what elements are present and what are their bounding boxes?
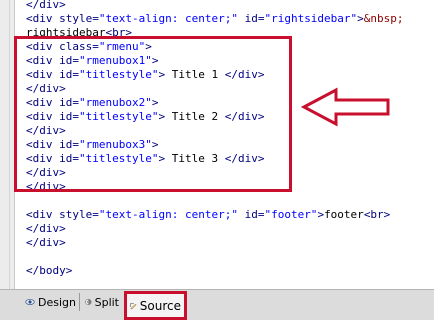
view-switcher-bar: Design Split Source (0, 289, 434, 320)
split-view-label: Split (94, 295, 119, 309)
editor-gutter (0, 0, 15, 289)
code-line: </body> (26, 264, 72, 278)
highlight-annotation-box (14, 36, 292, 192)
code-token-tag: > (357, 12, 364, 25)
design-view-label: Design (38, 295, 76, 309)
source-view-tab[interactable]: Source (124, 291, 187, 320)
code-token-attr: id= (237, 12, 265, 25)
code-token-attr: id= (237, 208, 265, 221)
code-line: </div> (26, 222, 66, 236)
code-line: </div> (26, 236, 66, 250)
left-arrow-annotation-icon (300, 87, 390, 127)
code-line: <div style="text-align: center;" id="foo… (26, 208, 390, 222)
code-token-val: "rightsidebar" (264, 12, 358, 25)
eye-icon (25, 299, 35, 305)
code-token-val: "footer" (264, 208, 318, 221)
code-editor-window: </div> <div style="text-align: center;" i… (0, 0, 434, 320)
code-token-val: "text-align: center;" (98, 208, 238, 221)
code-token-tag: </div> (26, 236, 66, 249)
split-view-tab[interactable]: Split (82, 293, 122, 311)
source-code-icon (130, 302, 137, 309)
code-line: </div> (26, 0, 66, 12)
code-line: <div style="text-align: center;" id="rig… (26, 12, 404, 26)
code-token-text: footer (324, 208, 364, 221)
source-view-label: Source (139, 298, 181, 313)
gutter-divider (9, 0, 10, 289)
code-token-tag: </div> (26, 222, 66, 235)
split-view-icon (85, 298, 92, 306)
code-token-tag: <br> (363, 208, 391, 221)
code-token-val: "text-align: center;" (98, 12, 238, 25)
code-token-tag: <div (26, 12, 60, 25)
code-token-attr: style= (59, 208, 99, 221)
code-token-tag: <div (26, 208, 60, 221)
code-token-tag: </body> (26, 264, 73, 277)
code-token-tag: </div> (26, 0, 66, 11)
code-token-attr: style= (59, 12, 99, 25)
design-view-tab[interactable]: Design (22, 293, 80, 311)
code-token-ent: &nbsp; (363, 12, 404, 25)
